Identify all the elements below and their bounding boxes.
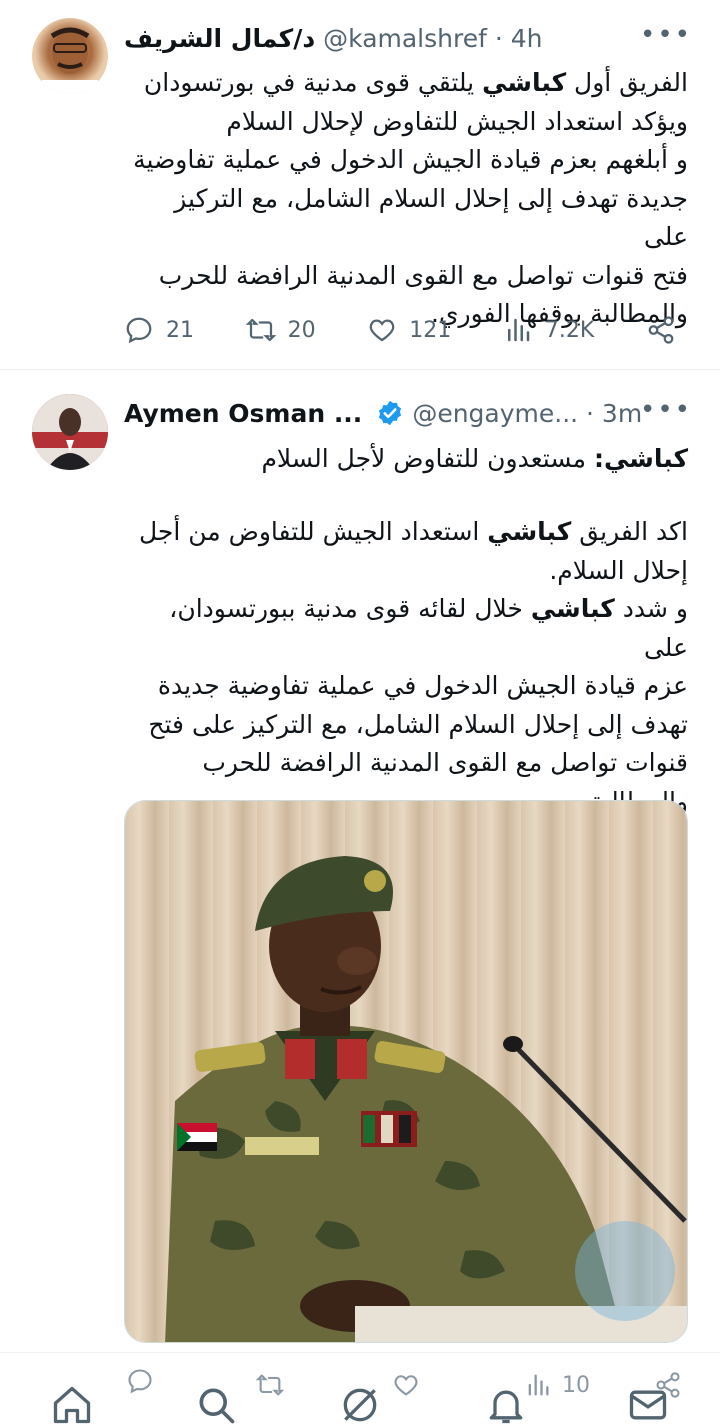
search-icon — [199, 1388, 235, 1424]
share-icon — [648, 316, 674, 344]
nav-notifications[interactable] — [484, 1383, 528, 1424]
reply-count: 21 — [166, 317, 194, 343]
more-icon[interactable]: ••• — [640, 395, 692, 425]
like-button[interactable]: 121 — [367, 315, 451, 345]
like-icon — [394, 1375, 418, 1396]
tweet-text: الفريق أول كباشي يلتقي قوى مدنية في بورت… — [133, 68, 688, 328]
tweet-photo[interactable] — [124, 800, 688, 1343]
author-name[interactable]: Aymen Osman ... — [124, 399, 362, 428]
views-icon — [528, 1374, 549, 1396]
reply-button[interactable]: 21 — [124, 315, 194, 345]
nav-home[interactable] — [50, 1383, 94, 1424]
views-button[interactable]: 10 — [524, 1371, 590, 1399]
retweet-button[interactable]: 20 — [245, 315, 316, 345]
retweet-icon — [256, 1374, 284, 1396]
views-icon — [507, 318, 530, 342]
retweet-icon — [245, 318, 276, 342]
like-count: 121 — [409, 317, 452, 343]
views-count: 10 — [562, 1372, 590, 1398]
nav-grok[interactable] — [338, 1383, 382, 1424]
avatar[interactable] — [32, 18, 108, 94]
views-count: 7.2K — [544, 317, 595, 343]
author-handle[interactable]: @engayme... · 3m — [412, 399, 642, 428]
views-button[interactable]: 7.2K — [503, 315, 594, 345]
reply-button[interactable] — [126, 1367, 164, 1395]
home-icon — [53, 1386, 91, 1424]
avatar[interactable] — [32, 394, 108, 470]
author-name[interactable]: د/كمال الشريف — [124, 24, 315, 53]
nav-search[interactable] — [194, 1383, 238, 1424]
nav-messages[interactable] — [626, 1383, 670, 1424]
messages-icon — [629, 1390, 667, 1420]
tweet-header: Aymen Osman ... @engayme... · 3m ••• — [124, 393, 692, 433]
tweet-1[interactable]: د/كمال الشريف @kamalshref · 4h ••• الفري… — [0, 0, 720, 370]
more-icon[interactable]: ••• — [640, 20, 692, 50]
notifications-icon — [489, 1390, 523, 1424]
like-icon — [370, 319, 395, 342]
grok-icon — [343, 1388, 377, 1422]
retweet-count: 20 — [287, 317, 316, 343]
tweet-header: د/كمال الشريف @kamalshref · 4h ••• — [124, 18, 692, 58]
tweet-headline: كباشي: مستعدون للتفاوض لأجل السلام — [261, 444, 688, 473]
share-button[interactable] — [646, 315, 688, 345]
bottom-navigation: 10 — [0, 1352, 720, 1424]
action-bar: 21 20 121 7.2K — [124, 310, 688, 350]
like-button[interactable] — [392, 1371, 430, 1399]
retweet-button[interactable] — [256, 1371, 294, 1399]
reply-icon — [128, 1369, 152, 1394]
verified-badge-icon — [379, 400, 402, 426]
reply-icon — [126, 317, 152, 344]
author-handle[interactable]: @kamalshref · 4h — [323, 24, 542, 53]
